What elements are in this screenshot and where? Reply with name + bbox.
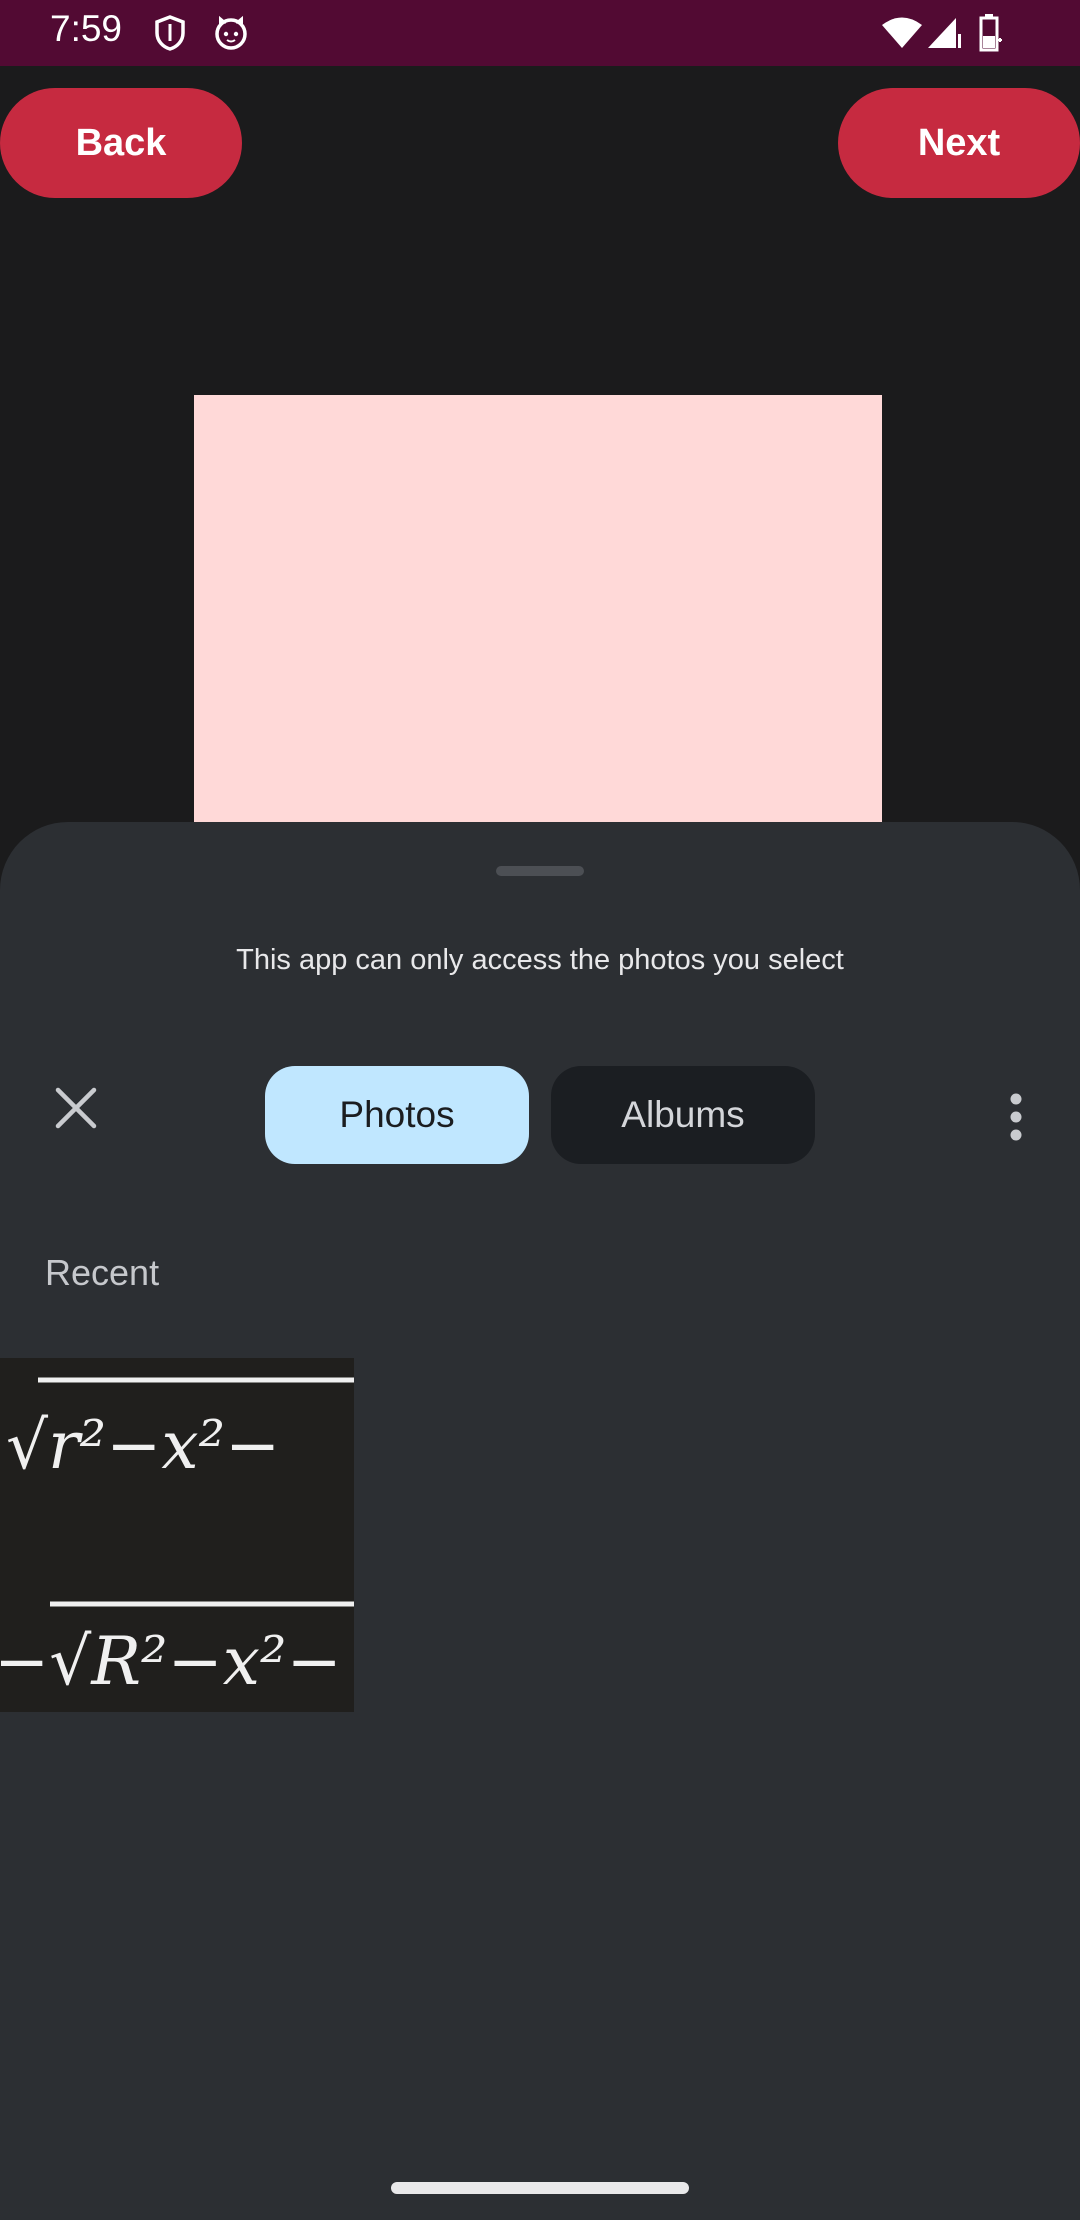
gesture-nav-handle[interactable] [391, 2182, 689, 2194]
photo-picker-sheet: This app can only access the photos you … [0, 822, 1080, 2220]
close-icon [55, 1087, 97, 1129]
tab-albums[interactable]: Albums [551, 1066, 815, 1164]
cat-face-icon [212, 14, 250, 57]
section-title-recent: Recent [45, 1252, 160, 1293]
close-button[interactable] [40, 1072, 112, 1144]
thumbnail-formula-top: √r²−x²− [6, 1407, 280, 1484]
drag-handle[interactable] [496, 866, 584, 876]
tab-albums-label: Albums [621, 1094, 745, 1135]
battery-icon [978, 14, 1004, 57]
tab-photos[interactable]: Photos [265, 1066, 529, 1164]
wifi-icon [880, 16, 924, 55]
next-button[interactable]: Next [838, 88, 1080, 198]
tab-photos-label: Photos [339, 1094, 455, 1135]
status-time: 7:59 [50, 8, 123, 49]
shield-icon [152, 14, 188, 57]
cell-signal-icon [926, 16, 962, 55]
thumbnail-formula-bottom: −√R²−x²− [0, 1623, 342, 1700]
more-vert-icon [1010, 1093, 1022, 1141]
back-button[interactable]: Back [0, 88, 242, 198]
access-message: This app can only access the photos you … [236, 944, 844, 976]
image-preview [194, 395, 882, 825]
photo-thumbnail[interactable]: √r²−x²− −√R²−x²− [0, 1358, 354, 1712]
status-bar: 7:59 [0, 0, 1080, 66]
more-options-button[interactable] [988, 1072, 1044, 1162]
